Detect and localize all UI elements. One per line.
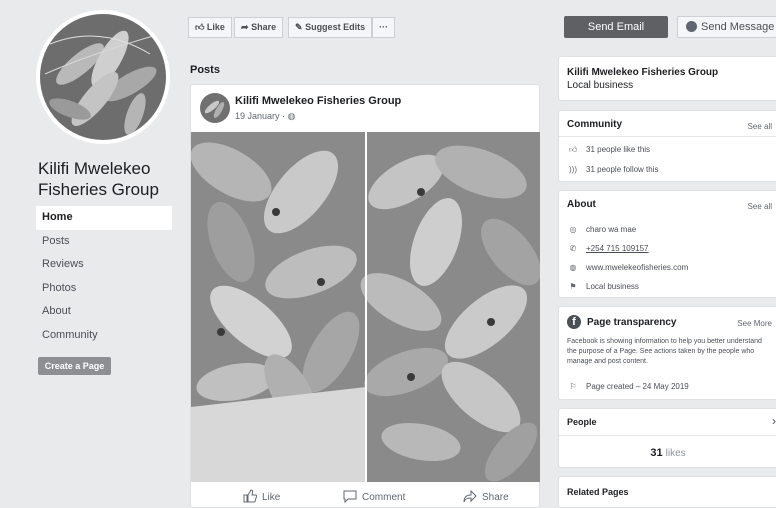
page-transparency-card: f Page transparency See More Facebook is… [558,306,776,400]
nav-item-community[interactable]: Community [36,324,172,348]
about-website[interactable]: ◍ www.mwelekeofisheries.com [567,263,689,272]
transparency-see-more-link[interactable]: See More [737,319,772,328]
community-likes[interactable]: 👍︎ 31 people like this [567,145,650,155]
post-comment-button[interactable]: Comment [343,489,405,504]
nav-item-reviews[interactable]: Reviews [36,253,172,277]
post-card: Kilifi Mwelekeo Fisheries Group 19 Janua… [190,84,540,508]
related-pages-title: Related Pages [567,487,629,497]
community-card: Community See all 👍︎ 31 people like this … [558,110,776,182]
globe-icon: ◍ [287,111,296,121]
send-email-button[interactable]: Send Email [564,16,668,38]
category-flag-icon: ⚑ [569,282,577,291]
about-category[interactable]: ⚑ Local business [567,282,639,291]
shrimp-thumbnail [200,93,230,123]
shrimp-photo [40,14,166,140]
about-card: About See all ◎ charo wa mae ✆ +254 715 10… [558,190,776,298]
post-author-avatar[interactable] [200,93,230,123]
create-page-button[interactable]: Create a Page [38,357,111,375]
divider [559,136,776,137]
about-phone[interactable]: ✆ +254 715 109157 [567,244,649,253]
globe-icon: ◍ [569,263,577,272]
pencil-icon: ✎ [295,22,303,32]
location-pin-icon: ◎ [569,225,577,234]
messenger-icon [686,21,697,32]
flag-icon: ⚐ [569,382,577,391]
more-options-button[interactable]: ··· [372,17,395,38]
page-info-name[interactable]: Kilifi Mwelekeo Fisheries Group [567,67,718,78]
post-share-button[interactable]: Share [463,489,509,503]
transparency-description: Facebook is showing information to help … [567,338,762,365]
about-see-all-link[interactable]: See all [748,202,772,211]
post-like-button[interactable]: Like [243,489,280,503]
share-arrow-icon: ➦ [241,22,249,32]
facebook-logo-icon: f [567,315,581,329]
post-actions-bar: Like Comment Share [191,485,540,507]
nav-item-home[interactable]: Home [36,206,172,230]
post-timestamp[interactable]: 19 January · ◍ [235,111,295,122]
related-pages-card: Related Pages [558,476,776,508]
community-follows[interactable]: ))) 31 people follow this [567,165,659,174]
thumbs-up-icon [243,489,258,503]
rss-follow-icon: ))) [569,165,577,174]
fish-photo[interactable] [191,132,540,482]
left-nav: Home Posts Reviews Photos About Communit… [36,206,172,347]
post-author-name[interactable]: Kilifi Mwelekeo Fisheries Group [235,95,401,107]
community-see-all-link[interactable]: See all [748,122,772,131]
people-card: People › 31 likes [558,408,776,468]
nav-item-photos[interactable]: Photos [36,277,172,301]
about-location[interactable]: ◎ charo wa mae [567,225,637,234]
people-title: People [567,417,597,427]
page-info-category[interactable]: Local business [567,80,633,91]
nav-item-posts[interactable]: Posts [36,230,172,254]
page-created-date: ⚐ Page created – 24 May 2019 [567,382,688,391]
like-page-button[interactable]: 👍︎ Like [188,17,232,38]
transparency-title: Page transparency [587,317,677,328]
thumbs-up-icon: 👍︎ [568,145,578,154]
thumbs-up-icon: 👍︎ [195,22,205,32]
page-name: Kilifi Mwelekeo Fisheries Group [38,159,159,199]
page-action-bar: 👍︎ Like ➦ Share ✎ Suggest Edits ··· Send… [180,10,776,46]
send-message-button[interactable]: Send Message [677,16,776,38]
share-arrow-icon [463,489,477,503]
share-page-button[interactable]: ➦ Share [234,17,284,38]
community-title: Community [567,119,622,130]
suggest-edits-button[interactable]: ✎ Suggest Edits [288,17,373,38]
phone-icon: ✆ [569,244,577,253]
people-likes-count[interactable]: 31 likes [559,447,776,459]
chevron-right-icon[interactable]: › [772,414,776,428]
divider [559,435,776,436]
about-title: About [567,199,596,210]
page-profile-picture[interactable] [36,10,170,144]
posts-section-title: Posts [190,64,220,76]
comment-icon [343,490,357,504]
nav-item-about[interactable]: About [36,300,172,324]
page-info-card: Kilifi Mwelekeo Fisheries Group Local bu… [558,56,776,101]
